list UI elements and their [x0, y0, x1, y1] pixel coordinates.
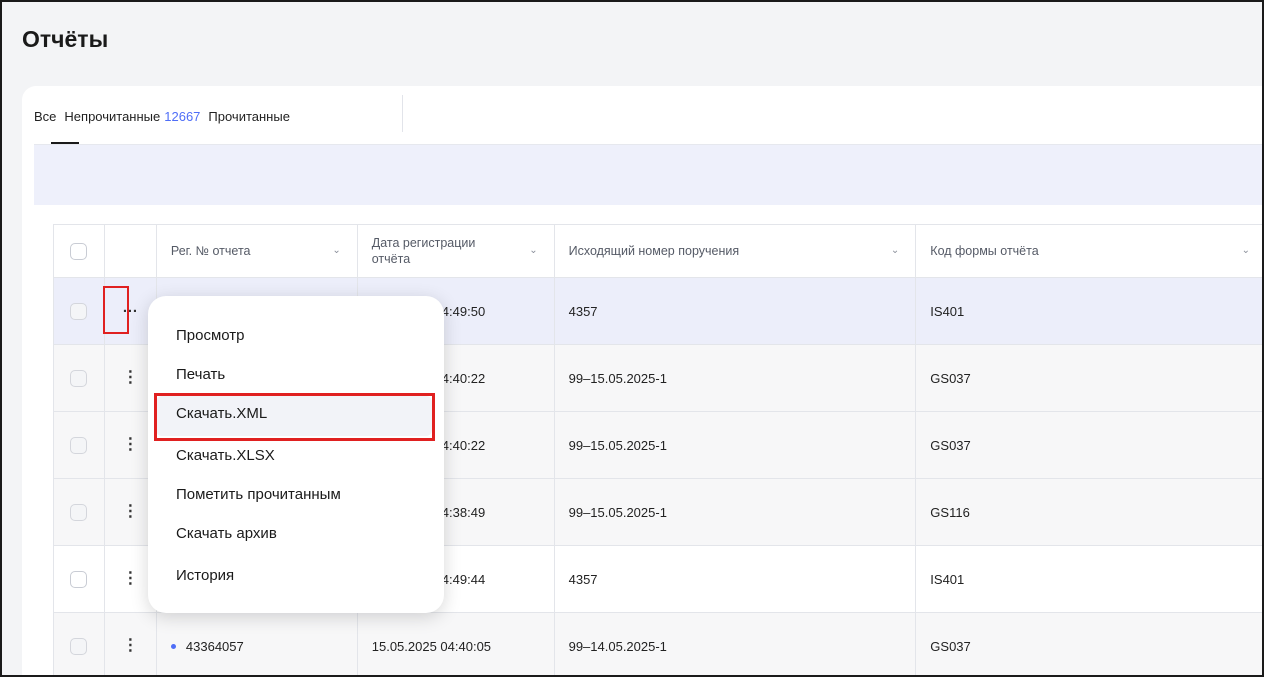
tab-unread[interactable]: Непрочитанные 12667 — [64, 109, 200, 124]
form-code-cell: IS401 — [930, 571, 965, 587]
select-all-checkbox[interactable] — [70, 242, 88, 260]
row-select-cell — [54, 278, 105, 344]
row-select-cell — [54, 479, 105, 545]
column-header-label: Дата регистрации отчёта — [371, 236, 476, 266]
table-header-row: Рег. № отчета ⌄ Дата регистрации отчёта ⌄ … — [54, 225, 1262, 278]
more-vertical-icon[interactable]: ⋮ — [122, 370, 138, 386]
tab-unread-label: Непрочитанные — [64, 108, 161, 124]
menu-item-history[interactable]: История — [176, 567, 234, 584]
form-code-cell: GS037 — [930, 638, 971, 654]
more-vertical-icon[interactable]: ⋮ — [122, 571, 138, 587]
column-header-label: Рег. № отчета — [170, 244, 251, 258]
outgoing-no-cell: 4357 — [555, 278, 917, 344]
reg-date-cell: 15.05.2025 04:40:05 — [358, 613, 555, 675]
row-checkbox[interactable] — [70, 503, 88, 521]
outgoing-no-cell: 99–15.05.2025-1 — [555, 479, 917, 545]
column-header-label: Код формы отчёта — [930, 244, 1039, 258]
outgoing-no-cell: 99–14.05.2025-1 — [555, 613, 917, 675]
chevron-down-icon: ⌄ — [1241, 245, 1250, 256]
row-context-menu: Просмотр Печать Скачать.XML Скачать.XLSX… — [148, 296, 444, 613]
chevron-down-icon: ⌄ — [529, 245, 538, 256]
actions-button-highlight — [103, 286, 129, 334]
form-code-cell: GS037 — [930, 437, 971, 453]
reg-no-value: 43364057 — [185, 638, 244, 654]
reg-no-cell: 43364057 — [157, 613, 358, 675]
column-header-label: Исходящий номер поручения — [568, 244, 740, 258]
menu-item-download-xlsx[interactable]: Скачать.XLSX — [176, 447, 275, 464]
menu-item-mark-read[interactable]: Пометить прочитанным — [176, 486, 341, 503]
form-code-cell: GS116 — [930, 504, 970, 520]
more-vertical-icon[interactable]: ⋮ — [122, 638, 138, 654]
app-window: Отчёты Все Непрочитанные 12667 Прочитанны… — [0, 0, 1264, 677]
table-row[interactable]: ⋮ 43364057 15.05.2025 04:40:05 99–14.05.… — [54, 613, 1262, 675]
row-checkbox[interactable] — [70, 436, 88, 454]
row-checkbox[interactable] — [70, 637, 88, 655]
menu-item-print[interactable]: Печать — [176, 366, 225, 383]
unread-indicator — [170, 643, 176, 649]
column-header-reg-date[interactable]: Дата регистрации отчёта ⌄ — [358, 225, 555, 277]
tabs-divider — [402, 95, 403, 132]
row-checkbox[interactable] — [70, 570, 88, 588]
outgoing-no-cell: 99–15.05.2025-1 — [555, 412, 917, 478]
header-select-cell — [54, 225, 105, 277]
outgoing-no-cell: 4357 — [555, 546, 917, 612]
unread-count-badge: 12667 — [164, 108, 201, 124]
column-header-reg-no[interactable]: Рег. № отчета ⌄ — [157, 225, 358, 277]
menu-item-view[interactable]: Просмотр — [176, 327, 245, 344]
outgoing-no-cell: 99–15.05.2025-1 — [555, 345, 917, 411]
row-actions-cell: ⋮ — [105, 613, 157, 675]
form-code-cell: IS401 — [930, 303, 965, 319]
more-vertical-icon[interactable]: ⋮ — [122, 437, 138, 453]
header-actions-cell — [105, 225, 157, 277]
tab-all[interactable]: Все — [34, 109, 56, 124]
row-select-cell — [54, 613, 105, 675]
more-vertical-icon[interactable]: ⋮ — [122, 504, 138, 520]
tabs-bar: Все Непрочитанные 12667 Прочитанные — [34, 106, 298, 126]
chevron-down-icon: ⌄ — [890, 245, 900, 256]
form-code-cell: GS037 — [930, 370, 971, 386]
column-header-outgoing-no[interactable]: Исходящий номер поручения ⌄ — [555, 225, 917, 277]
row-select-cell — [54, 345, 105, 411]
row-checkbox[interactable] — [70, 369, 88, 387]
page-title: Отчёты — [22, 26, 109, 52]
chevron-down-icon: ⌄ — [332, 245, 341, 256]
filter-bar — [34, 145, 1262, 205]
row-checkbox[interactable] — [70, 302, 88, 320]
download-xml-highlight — [154, 393, 435, 441]
row-select-cell — [54, 412, 105, 478]
tab-read[interactable]: Прочитанные — [208, 109, 290, 124]
menu-item-download-archive[interactable]: Скачать архив — [176, 525, 277, 542]
column-header-form-code[interactable]: Код формы отчёта ⌄ — [916, 225, 1262, 277]
row-select-cell — [54, 546, 105, 612]
